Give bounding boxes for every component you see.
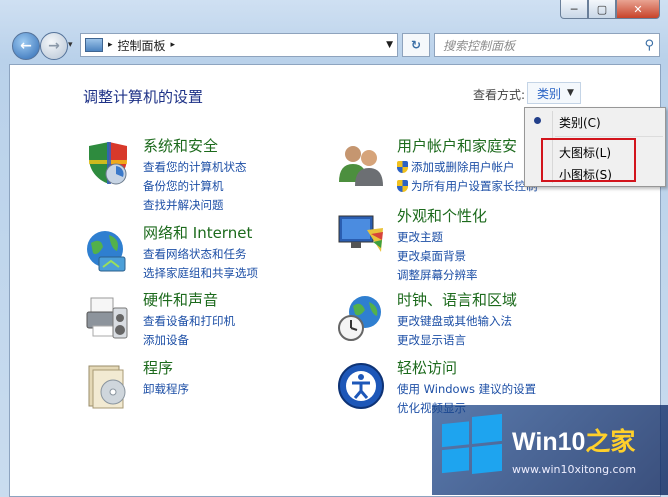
link-screen-resolution[interactable]: 调整屏幕分辨率 [397, 267, 478, 283]
category-title[interactable]: 系统和安全 [143, 135, 218, 156]
address-bar[interactable]: ▸ 控制面板 ▸ ▼ [80, 33, 398, 57]
link-check-status[interactable]: 查看您的计算机状态 [143, 159, 247, 175]
users-icon [339, 146, 383, 186]
view-by-dropdown[interactable]: 类别 ▼ [527, 82, 581, 104]
globe-clock-icon [338, 296, 381, 341]
link-change-theme[interactable]: 更改主题 [397, 229, 443, 245]
link-uninstall[interactable]: 卸载程序 [143, 381, 189, 397]
windows-logo-icon [442, 413, 502, 474]
category-title[interactable]: 硬件和声音 [143, 289, 218, 310]
category-title[interactable]: 网络和 Internet [143, 222, 252, 243]
back-button[interactable]: ← [12, 32, 40, 60]
programs-icon [88, 365, 126, 409]
category-title[interactable]: 时钟、语言和区域 [397, 289, 517, 310]
watermark-brand: Win10之家 [512, 428, 636, 456]
breadcrumb-separator[interactable]: ▸ [108, 40, 113, 50]
maximize-button[interactable]: ▢ [588, 0, 616, 19]
search-placeholder: 搜索控制面板 [443, 38, 516, 53]
link-recommended-settings[interactable]: 使用 Windows 建议的设置 [397, 381, 536, 397]
page-title: 调整计算机的设置 [83, 88, 204, 106]
category-title[interactable]: 轻松访问 [397, 357, 457, 378]
ease-of-access-icon [338, 363, 384, 409]
printer-icon [86, 297, 128, 339]
category-title[interactable]: 用户帐户和家庭安 [397, 135, 517, 156]
link-troubleshoot[interactable]: 查找并解决问题 [143, 197, 224, 213]
link-desktop-background[interactable]: 更改桌面背景 [397, 248, 466, 264]
window-controls: ─ ▢ ✕ [560, 0, 660, 20]
link-devices-printers[interactable]: 查看设备和打印机 [143, 313, 235, 329]
uac-shield-icon [397, 180, 408, 192]
link-add-device[interactable]: 添加设备 [143, 332, 189, 348]
menu-separator [555, 136, 663, 137]
recent-pages-dropdown[interactable]: ▾ [68, 40, 73, 50]
breadcrumb-separator[interactable]: ▸ [171, 40, 176, 50]
category-title[interactable]: 外观和个性化 [397, 205, 487, 226]
minimize-button[interactable]: ─ [560, 0, 588, 19]
chevron-down-icon[interactable]: ▼ [567, 88, 574, 98]
menu-item-category[interactable]: 类别(C) [559, 114, 601, 131]
link-parental-controls[interactable]: 为所有用户设置家长控制 [397, 178, 538, 194]
refresh-button[interactable]: ↻ [402, 33, 430, 57]
control-panel-window: ─ ▢ ✕ ← → ▾ ▸ 控制面板 ▸ ▼ ↻ 搜索控制面板 ⚲ 调整计算机的… [0, 0, 668, 497]
close-button[interactable]: ✕ [616, 0, 660, 19]
view-by-value[interactable]: 类别 [537, 85, 561, 102]
radio-selected-icon [534, 117, 541, 124]
navigation-bar: ← → ▾ ▸ 控制面板 ▸ ▼ ↻ 搜索控制面板 ⚲ [10, 30, 660, 60]
network-icon [87, 231, 126, 272]
appearance-icon [338, 215, 383, 252]
link-display-language[interactable]: 更改显示语言 [397, 332, 466, 348]
watermark-url: www.win10xitong.com [512, 463, 637, 476]
search-icon[interactable]: ⚲ [644, 38, 654, 53]
link-homegroup[interactable]: 选择家庭组和共享选项 [143, 265, 258, 281]
category-title[interactable]: 程序 [143, 357, 173, 378]
breadcrumb-control-panel[interactable]: 控制面板 [118, 37, 166, 54]
uac-shield-icon [397, 161, 408, 173]
highlight-box [541, 138, 636, 182]
shield-icon [89, 142, 127, 185]
address-dropdown-button[interactable]: ▼ [386, 40, 393, 50]
link-add-remove-users[interactable]: 添加或删除用户帐户 [397, 159, 515, 175]
watermark: Win10之家 www.win10xitong.com [432, 405, 668, 495]
forward-button[interactable]: → [40, 32, 68, 60]
control-panel-icon [85, 38, 103, 52]
link-network-status[interactable]: 查看网络状态和任务 [143, 246, 247, 262]
search-input[interactable]: 搜索控制面板 ⚲ [434, 33, 660, 57]
view-by-label: 查看方式: [473, 88, 526, 102]
link-keyboard-input[interactable]: 更改键盘或其他输入法 [397, 313, 512, 329]
link-backup[interactable]: 备份您的计算机 [143, 178, 224, 194]
